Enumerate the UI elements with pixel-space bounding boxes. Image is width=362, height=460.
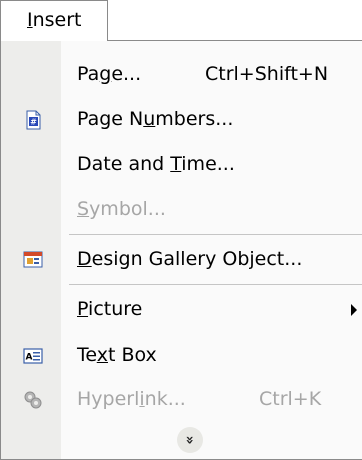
menu-item-page[interactable]: Page... Ctrl+Shift+N [1,55,362,95]
menu-separator [69,284,362,285]
hyperlink-icon [24,391,42,409]
menu-item-design-gallery-object-label: Design Gallery Object... [77,248,303,270]
svg-text:#: # [30,118,37,127]
menu-item-hyperlink-label: Hyperlink... [77,388,186,410]
page-numbers-icon: # [26,110,41,130]
menu-item-symbol: Symbol... [1,190,362,230]
menu-item-page-numbers[interactable]: # Page Numbers... [1,100,362,140]
expand-menu-button[interactable]: » [177,427,203,453]
design-gallery-icon [23,251,43,268]
menu-item-design-gallery-object[interactable]: Design Gallery Object... [1,240,362,280]
insert-menu-tab[interactable]: Insert [0,0,108,41]
menu-item-symbol-label: Symbol... [77,198,166,220]
menu-item-page-numbers-label: Page Numbers... [77,108,234,130]
menu-item-hyperlink-shortcut: Ctrl+K [259,388,322,410]
menu-item-text-box[interactable]: A Text Box [1,336,362,376]
menu-separator [69,234,362,235]
menu-item-picture-label: Picture [77,298,143,320]
menu-item-date-and-time-label: Date and Time... [77,153,235,175]
text-box-icon: A [23,348,43,364]
insert-menu-label: Insert [27,9,82,31]
menu-item-page-label: Page... [77,63,142,85]
submenu-arrow-icon [351,304,357,316]
menu-item-hyperlink: Hyperlink... Ctrl+K [1,380,362,420]
menu-item-text-box-label: Text Box [77,344,157,366]
menu-item-page-shortcut: Ctrl+Shift+N [205,63,329,85]
insert-dropdown-menu: Page... Ctrl+Shift+N # Page Numbers... D… [0,40,362,460]
menu-item-picture[interactable]: Picture [1,290,362,330]
double-chevron-down-icon: » [181,435,198,445]
menu-item-date-and-time[interactable]: Date and Time... [1,145,362,185]
svg-text:A: A [26,353,33,363]
